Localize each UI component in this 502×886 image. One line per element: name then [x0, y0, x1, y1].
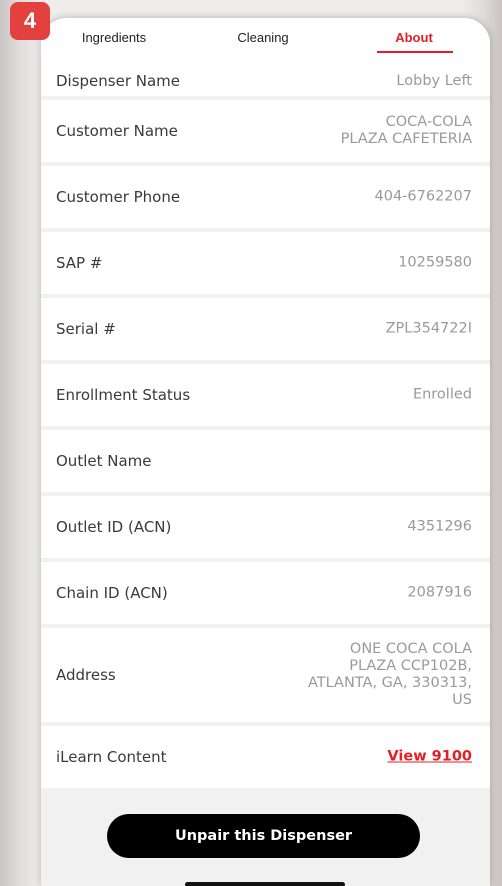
row-chain-id: Chain ID (ACN) 2087916	[41, 562, 490, 624]
row-label: iLearn Content	[56, 748, 167, 766]
active-tab-indicator	[377, 51, 453, 53]
row-ilearn-content: iLearn Content View 9100	[41, 726, 490, 788]
tab-about[interactable]: About	[395, 30, 433, 45]
row-value: 404-6762207	[374, 188, 473, 205]
row-value: ONE COCA COLA PLAZA CCP102B, ATLANTA, GA…	[307, 641, 472, 708]
row-label: Address	[56, 666, 116, 684]
row-customer-phone: Customer Phone 404-6762207	[41, 166, 490, 228]
tab-bar: Ingredients Cleaning About	[41, 18, 490, 58]
row-enrollment-status: Enrollment Status Enrolled	[41, 364, 490, 426]
row-label: Outlet ID (ACN)	[56, 518, 172, 536]
row-value: COCA-COLA PLAZA CAFETERIA	[340, 114, 472, 147]
tab-cleaning[interactable]: Cleaning	[237, 30, 288, 45]
row-sap-number: SAP # 10259580	[41, 232, 490, 294]
row-label: Customer Name	[56, 122, 178, 140]
row-outlet-id: Outlet ID (ACN) 4351296	[41, 496, 490, 558]
row-label: SAP #	[56, 254, 103, 272]
tab-ingredients[interactable]: Ingredients	[82, 30, 146, 45]
row-customer-name: Customer Name COCA-COLA PLAZA CAFETERIA	[41, 100, 490, 162]
home-indicator[interactable]	[185, 882, 345, 886]
row-value: 2087916	[407, 584, 472, 601]
row-address: Address ONE COCA COLA PLAZA CCP102B, ATL…	[41, 628, 490, 722]
row-label: Enrollment Status	[56, 386, 191, 404]
row-label: Outlet Name	[56, 452, 152, 470]
step-number-badge: 4	[10, 2, 50, 40]
row-serial-number: Serial # ZPL354722I	[41, 298, 490, 360]
row-value: 4351296	[407, 518, 472, 535]
row-label: Serial #	[56, 320, 116, 338]
row-value: Lobby Left	[396, 73, 472, 89]
phone-screen: Dispenser Name Lobby Left Customer Name …	[41, 18, 490, 886]
row-value: ZPL354722I	[385, 320, 472, 337]
unpair-dispenser-button[interactable]: Unpair this Dispenser	[107, 814, 420, 858]
row-label: Dispenser Name	[56, 72, 181, 90]
row-label: Chain ID (ACN)	[56, 584, 168, 602]
view-ilearn-link[interactable]: View 9100	[387, 749, 472, 766]
row-value: Enrolled	[412, 386, 472, 403]
row-outlet-name: Outlet Name	[41, 430, 490, 492]
row-value: 10259580	[398, 254, 472, 271]
row-label: Customer Phone	[56, 188, 181, 206]
